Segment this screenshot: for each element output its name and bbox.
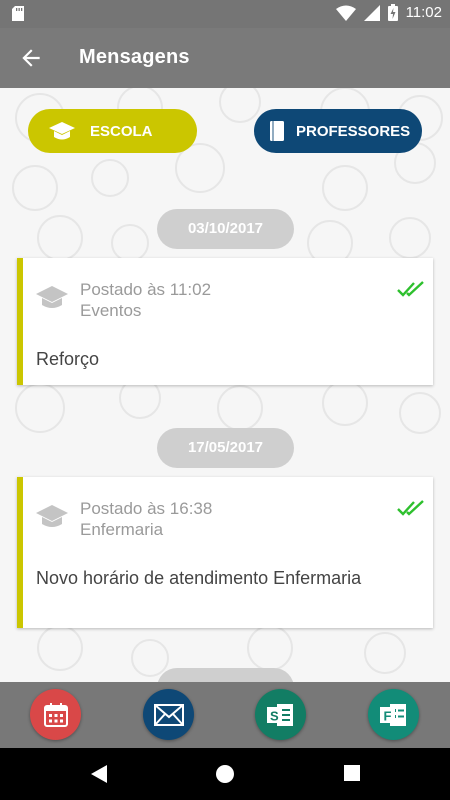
posted-time: Postado às 16:38 <box>80 499 213 518</box>
professores-filter-button[interactable]: PROFESSORES <box>254 109 422 153</box>
message-body: Novo horário de atendimento Enfermaria <box>36 568 362 588</box>
graduation-cap-icon <box>48 120 76 142</box>
forms-icon: F <box>379 703 406 726</box>
posted-time: Postado às 11:02 <box>80 280 212 299</box>
battery-icon <box>387 4 398 21</box>
message-card[interactable]: Postado às 16:38 Enfermaria Novo horário… <box>17 477 433 628</box>
escola-filter-label: ESCOLA <box>90 122 153 140</box>
professores-filter-label: PROFESSORES <box>296 122 411 140</box>
app-bar: Mensagens <box>0 28 450 88</box>
wifi-icon <box>335 5 356 21</box>
card-accent <box>17 258 23 385</box>
escola-filter-button[interactable]: ESCOLA <box>28 109 197 153</box>
date-chip-partial <box>157 668 294 682</box>
back-arrow-icon[interactable] <box>18 45 44 71</box>
book-icon <box>268 120 286 142</box>
bottom-action-bar: S F <box>0 682 450 748</box>
double-check-icon <box>397 500 424 516</box>
svg-text:F: F <box>383 708 391 723</box>
date-chip: 03/10/2017 <box>157 209 294 249</box>
status-bar: 11:02 <box>0 0 450 28</box>
double-check-icon <box>397 281 424 297</box>
calendar-button[interactable] <box>30 689 81 740</box>
message-category: Enfermaria <box>80 520 164 539</box>
messages-content[interactable]: ESCOLA PROFESSORES 03/10/2017 Postado às… <box>0 88 450 682</box>
mail-button[interactable] <box>143 689 194 740</box>
forms-button[interactable]: F <box>368 689 419 740</box>
message-category: Eventos <box>80 301 142 320</box>
page-title: Mensagens <box>79 46 190 68</box>
card-accent <box>17 477 23 628</box>
mail-icon <box>153 703 184 726</box>
date-chip: 17/05/2017 <box>157 428 294 468</box>
graduation-cap-icon <box>36 505 68 527</box>
nav-recents-icon[interactable] <box>343 764 361 782</box>
calendar-icon <box>43 702 68 727</box>
status-time: 11:02 <box>405 4 442 21</box>
nav-home-icon[interactable] <box>215 764 235 784</box>
graduation-cap-icon <box>36 286 68 308</box>
message-body: Reforço <box>36 349 100 369</box>
system-nav-bar <box>0 748 450 800</box>
signal-icon <box>363 4 380 21</box>
sd-card-icon <box>12 6 24 21</box>
sharepoint-button[interactable]: S <box>255 689 306 740</box>
sharepoint-icon: S <box>266 703 293 726</box>
message-card[interactable]: Postado às 11:02 Eventos Reforço <box>17 258 433 385</box>
nav-back-icon[interactable] <box>90 764 108 784</box>
svg-text:S: S <box>270 708 279 723</box>
